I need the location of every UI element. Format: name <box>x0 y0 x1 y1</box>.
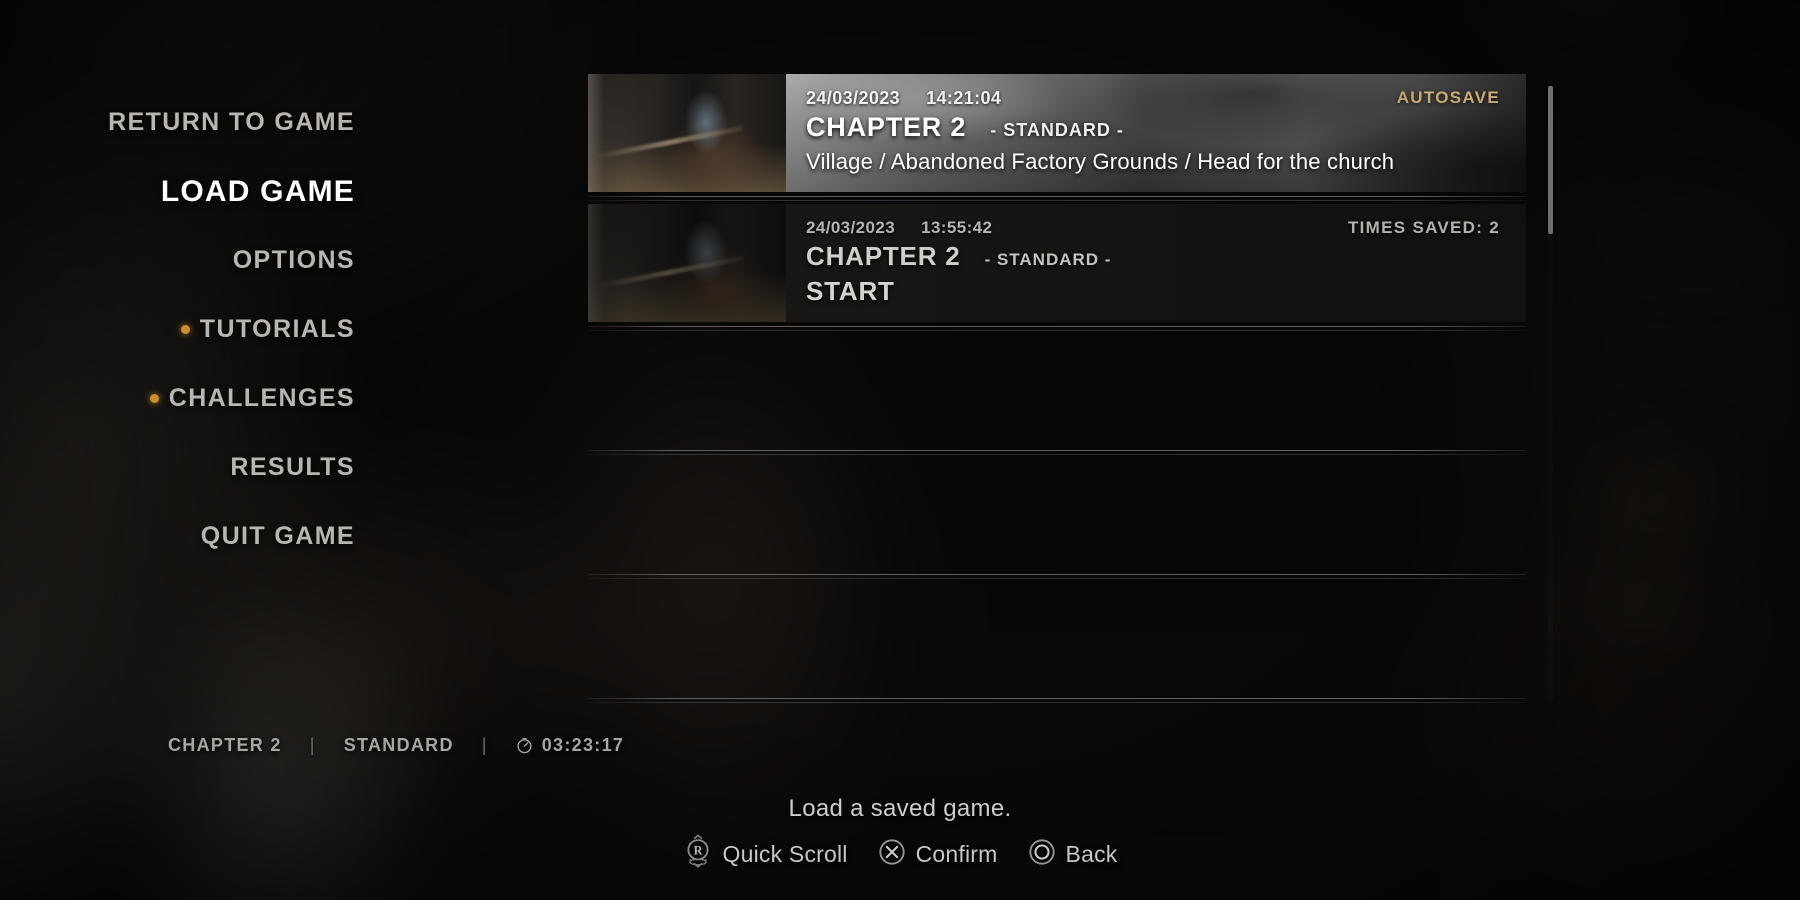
slot-divider <box>588 196 1526 197</box>
menu-item-label: RESULTS <box>230 452 355 481</box>
save-thumbnail-image <box>588 204 786 322</box>
menu-item-label: TUTORIALS <box>199 314 355 343</box>
save-list-scrollbar-thumb[interactable] <box>1548 86 1553 234</box>
menu-bullet-icon <box>149 393 159 403</box>
menu-item-options[interactable]: OPTIONS <box>0 242 520 278</box>
slot-divider <box>588 200 1526 201</box>
menu-bullet-icon <box>180 324 190 334</box>
save-entry-info: 24/03/2023 14:21:04 CHAPTER 2 - STANDARD… <box>786 74 1526 192</box>
slot-divider <box>588 702 1526 703</box>
stopwatch-icon <box>516 737 533 754</box>
save-date: 24/03/2023 <box>806 88 901 108</box>
status-separator: | <box>481 735 488 755</box>
slot-divider <box>588 574 1526 575</box>
save-start-label: START <box>806 276 895 306</box>
button-prompt-bar: R Quick Scroll Confirm Back <box>0 834 1800 874</box>
status-bar: CHAPTER 2 | STANDARD | 03:23:17 <box>168 735 624 756</box>
button-prompt-quick-scroll[interactable]: R Quick Scroll <box>683 834 848 874</box>
button-prompt-label: Quick Scroll <box>722 840 848 867</box>
status-playtime: 03:23:17 <box>541 735 625 755</box>
button-prompt-confirm[interactable]: Confirm <box>878 838 998 871</box>
right-stick-icon: R <box>683 834 713 874</box>
save-thumbnail-image <box>588 74 786 192</box>
menu-item-label: CHALLENGES <box>168 383 355 412</box>
save-chapter: CHAPTER 2 <box>806 112 967 142</box>
footer-hint-text: Load a saved game. <box>788 795 1012 822</box>
menu-item-results[interactable]: RESULTS <box>0 449 520 485</box>
save-entry-autosave[interactable]: 24/03/2023 14:21:04 CHAPTER 2 - STANDARD… <box>588 74 1526 192</box>
save-slot-list: 24/03/2023 14:21:04 CHAPTER 2 - STANDARD… <box>588 74 1526 714</box>
save-slot-empty[interactable] <box>588 454 1526 572</box>
save-thumbnail <box>588 204 786 322</box>
times-saved-badge: TIMES SAVED: 2 <box>1347 218 1500 237</box>
menu-item-label: QUIT GAME <box>200 521 355 550</box>
save-entry-manual[interactable]: 24/03/2023 13:55:42 CHAPTER 2 - STANDARD… <box>588 204 1526 322</box>
menu-item-challenges[interactable]: CHALLENGES <box>0 380 520 416</box>
save-date: 24/03/2023 <box>806 218 896 237</box>
footer-area: Load a saved game. R Quick Scroll Confir… <box>0 795 1800 874</box>
menu-item-label: OPTIONS <box>232 245 355 274</box>
save-time: 13:55:42 <box>921 218 993 237</box>
save-difficulty: - STANDARD - <box>984 250 1112 269</box>
button-prompt-label: Confirm <box>915 840 998 867</box>
save-difficulty: - STANDARD - <box>990 120 1124 140</box>
menu-item-tutorials[interactable]: TUTORIALS <box>0 311 520 347</box>
button-prompt-label: Back <box>1065 840 1118 867</box>
save-location: Village / Abandoned Factory Grounds / He… <box>806 149 1395 174</box>
status-chapter: CHAPTER 2 <box>168 735 282 755</box>
save-slot-empty[interactable] <box>588 578 1526 696</box>
save-time: 14:21:04 <box>926 88 1002 108</box>
button-prompt-back[interactable]: Back <box>1028 838 1118 871</box>
save-thumbnail <box>588 74 786 192</box>
save-slot-empty[interactable] <box>588 330 1526 448</box>
main-menu-sidebar: RETURN TO GAME LOAD GAME OPTIONS TUTORIA… <box>0 0 520 900</box>
menu-item-label: RETURN TO GAME <box>108 107 355 136</box>
slot-divider <box>588 326 1526 327</box>
slot-divider <box>588 698 1526 699</box>
status-difficulty: STANDARD <box>343 735 454 755</box>
slot-divider <box>588 450 1526 451</box>
menu-item-return-to-game[interactable]: RETURN TO GAME <box>0 104 520 140</box>
menu-item-label: LOAD GAME <box>160 175 355 208</box>
save-entry-info: 24/03/2023 13:55:42 CHAPTER 2 - STANDARD… <box>786 204 1526 322</box>
cross-button-icon <box>878 838 906 871</box>
menu-item-quit-game[interactable]: QUIT GAME <box>0 518 520 554</box>
save-chapter: CHAPTER 2 <box>806 241 961 271</box>
circle-button-icon <box>1028 838 1056 871</box>
game-pause-menu-screen: RETURN TO GAME LOAD GAME OPTIONS TUTORIA… <box>0 0 1800 900</box>
svg-text:R: R <box>693 844 702 858</box>
menu-item-load-game[interactable]: LOAD GAME <box>0 172 520 212</box>
status-separator: | <box>309 735 316 755</box>
